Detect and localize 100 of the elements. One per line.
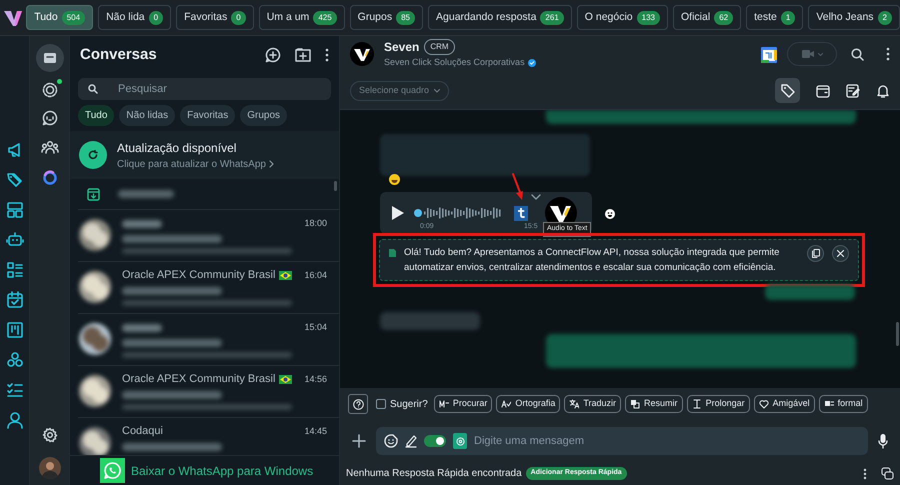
tags-icon[interactable] [6,171,24,189]
filter-tab[interactable]: Velho Jeans 2 [808,5,900,30]
filter-chip[interactable]: Não lidas [119,105,176,126]
search-bar[interactable]: Pesquisar [78,78,331,100]
count-badge: 85 [396,10,416,24]
smiley-icon[interactable] [605,209,615,219]
copy-icon [630,399,640,409]
new-chat-icon[interactable] [265,47,281,63]
crm-badge[interactable]: CRM [424,39,455,56]
tag-button[interactable] [775,78,800,103]
calendar-icon[interactable] [6,291,24,309]
more-icon[interactable] [863,468,867,480]
more-icon[interactable] [325,48,329,62]
tool-button[interactable]: Procurar [434,395,492,413]
wallet-icon[interactable] [816,84,830,98]
tool-button[interactable]: Traduzir [564,395,622,413]
annotation-arrow [511,173,525,201]
close-icon [837,250,844,257]
checklist-icon[interactable] [6,381,24,399]
search-field[interactable]: Pesquisar [118,80,298,98]
chat-list-item[interactable]: Oracle APEX Community Brasil 14:56 [78,365,339,417]
board-select[interactable]: Selecione quadro [350,80,450,100]
channels-icon[interactable] [42,110,58,126]
chat-bubbles-icon[interactable] [881,467,894,480]
chevron-down-icon[interactable] [531,194,541,200]
count-badge: 425 [313,10,337,24]
chats-button[interactable] [36,44,64,72]
search-icon [88,84,98,94]
spellcheck-icon [501,399,512,409]
transcribe-button[interactable] [514,206,528,220]
filter-tab[interactable]: Favoritas 0 [176,5,254,30]
filter-tab[interactable]: Oficial 62 [673,5,742,30]
chat-list-item[interactable]: 18:00 [78,209,339,261]
filter-tab[interactable]: Aguardando resposta 261 [428,5,572,30]
circles-icon[interactable] [6,351,24,369]
kanban-icon[interactable] [6,321,24,339]
count-badge: 1 [780,10,796,24]
heart-icon [758,399,769,409]
scrollbar[interactable] [334,181,337,191]
edit-note-icon[interactable] [846,84,860,98]
contact-avatar[interactable] [350,42,374,66]
robot-icon[interactable] [6,231,24,249]
filter-chip[interactable]: Tudo [78,105,114,126]
search-icon[interactable] [851,48,864,60]
profile-avatar[interactable] [38,457,60,479]
calendar-app-icon[interactable] [761,46,777,62]
count-badge: 2 [878,10,892,24]
dashboard-icon[interactable] [6,201,24,219]
update-banner[interactable]: Atualização disponível Clique para atualizar o WhatsApp [70,131,339,179]
ai-ring-icon[interactable] [42,170,58,186]
redacted-text [118,190,174,198]
tool-button[interactable]: formal [818,395,868,413]
filter-tab[interactable]: O negócio 133 [576,5,668,30]
filter-tab[interactable]: Um a um 425 [258,5,345,30]
flower-icon [456,436,464,446]
plus-icon[interactable] [352,434,366,448]
microphone-icon[interactable] [878,434,888,448]
filter-chip[interactable]: Favoritas [180,105,236,126]
chevron-right-icon [268,160,274,168]
chat-list-item[interactable]: Oracle APEX Community Brasil 16:04 [78,261,339,313]
filter-tab[interactable]: Tudo 504 [26,5,94,30]
filter-tab[interactable]: Grupos 85 [350,5,424,30]
community-icon[interactable] [40,140,58,154]
chat-name: Codaqui [122,424,163,440]
toggle-switch[interactable] [424,435,446,447]
tool-button[interactable]: Resumir [625,395,683,413]
more-icon[interactable] [886,47,890,61]
archive-icon[interactable] [87,188,100,200]
bell-icon[interactable] [876,84,890,98]
count-badge: 261 [540,10,564,24]
chat-list-item[interactable]: 15:04 [78,313,339,365]
sticker-icon[interactable] [384,434,398,448]
chat-time: 15:04 [304,320,328,334]
list-icon[interactable] [6,261,24,279]
pen-icon[interactable] [405,434,417,448]
help-button[interactable] [348,394,368,414]
download-banner[interactable]: Baixar o WhatsApp para Windows [70,455,339,485]
user-icon[interactable] [6,411,24,429]
tool-button[interactable]: Prolongar [686,395,750,413]
contact-subtitle: Seven Click Soluções Corporativas [384,56,525,70]
copy-button[interactable] [807,245,824,262]
avatar [78,218,112,252]
refresh-button[interactable] [79,141,107,169]
checkbox[interactable] [376,399,386,409]
tool-button[interactable]: Ortografia [496,395,560,413]
filter-tab[interactable]: Não lida 0 [98,5,172,30]
close-button[interactable] [832,245,849,262]
status-icon[interactable] [42,82,58,98]
play-icon[interactable] [392,206,404,220]
inbox-icon [42,52,56,64]
composer-bar[interactable]: Digite uma mensagem [376,427,868,455]
scrollbar[interactable] [896,322,899,346]
transcript-text: Olá! Tudo bem? Apresentamos a ConnectFlow API, nossa solução integrada que permite automatizar envios, centralizar atendimentos e escalar sua comunicação com eficiência. [404,246,780,275]
filter-chip[interactable]: Grupos [240,105,288,126]
add-box-icon[interactable] [295,48,311,62]
settings-icon[interactable] [42,427,58,443]
filter-tab[interactable]: teste 1 [746,5,804,30]
ai-assistant-button[interactable] [453,433,467,449]
tool-button[interactable]: Amigável [754,395,815,413]
video-icon [802,50,814,58]
